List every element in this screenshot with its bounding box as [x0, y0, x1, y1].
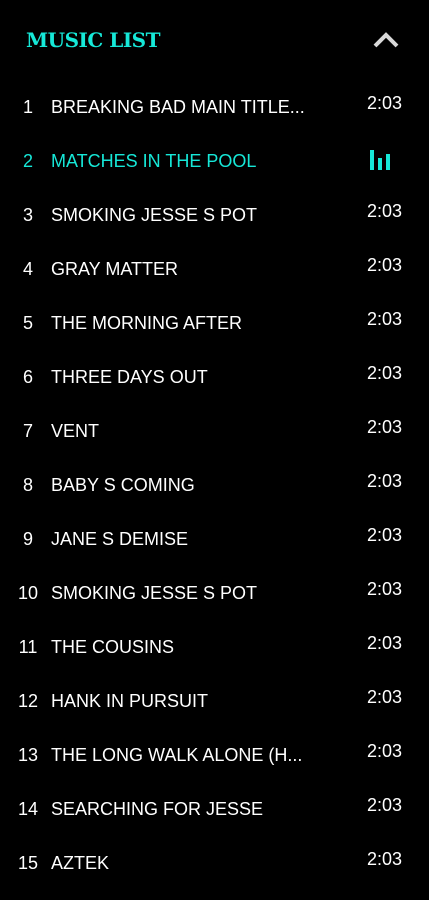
- track-duration: 2:03: [366, 417, 402, 437]
- track-row[interactable]: 14 SEARCHING FOR JESSE 2:03: [0, 782, 429, 836]
- track-duration: 2:03: [366, 309, 402, 329]
- track-row[interactable]: 8 BABY S COMING 2:03: [0, 458, 429, 512]
- track-duration: 2:03: [366, 471, 402, 491]
- music-list-header: MUSIC LIST: [0, 0, 429, 80]
- track-duration: 2:03: [366, 93, 402, 113]
- track-title: MATCHES IN THE POOL: [51, 151, 257, 171]
- track-row[interactable]: 3 SMOKING JESSE S POT 2:03: [0, 188, 429, 242]
- track-duration: 2:03: [366, 579, 402, 599]
- track-title: AZTEK: [51, 853, 110, 873]
- track-title: SMOKING JESSE S POT: [51, 205, 258, 225]
- track-number: 8: [22, 475, 33, 495]
- track-title: THE COUSINS: [51, 637, 175, 657]
- track-row-now-playing[interactable]: 2 MATCHES IN THE POOL: [0, 134, 429, 188]
- track-number: 6: [22, 367, 33, 387]
- track-duration: 2:03: [366, 795, 402, 815]
- track-number: 11: [18, 637, 38, 657]
- page-title: MUSIC LIST: [26, 28, 161, 52]
- track-number: 3: [22, 205, 33, 225]
- track-number: 13: [18, 745, 39, 765]
- track-title: SMOKING JESSE S POT: [51, 583, 258, 603]
- track-title: THE MORNING AFTER: [51, 313, 243, 333]
- track-title: BREAKING BAD MAIN TITLE...: [51, 97, 305, 117]
- track-number: 12: [18, 691, 39, 711]
- track-row[interactable]: 13 THE LONG WALK ALONE (H... 2:03: [0, 728, 429, 782]
- track-number: 10: [18, 583, 39, 603]
- track-number: 4: [22, 259, 33, 279]
- track-title: THE LONG WALK ALONE (H...: [51, 745, 303, 765]
- track-duration: 2:03: [366, 633, 402, 653]
- track-title: GRAY MATTER: [51, 259, 179, 279]
- track-title: BABY S COMING: [51, 475, 195, 495]
- track-duration: 2:03: [366, 849, 402, 869]
- track-row[interactable]: 7 VENT 2:03: [0, 404, 429, 458]
- equalizer-icon: [370, 150, 392, 170]
- track-number: 1: [22, 97, 33, 117]
- track-row[interactable]: 6 THREE DAYS OUT 2:03: [0, 350, 429, 404]
- track-title: JANE S DEMISE: [51, 529, 189, 549]
- track-number: 7: [22, 421, 33, 441]
- track-row[interactable]: 11 THE COUSINS 2:03: [0, 620, 429, 674]
- track-duration: 2:03: [366, 363, 402, 383]
- track-title: VENT: [51, 421, 100, 441]
- track-title: HANK IN PURSUIT: [51, 691, 209, 711]
- track-row[interactable]: 4 GRAY MATTER 2:03: [0, 242, 429, 296]
- track-number: 15: [18, 853, 39, 873]
- track-duration: 2:03: [366, 201, 402, 221]
- track-duration: 2:03: [366, 741, 402, 761]
- collapse-button[interactable]: [370, 28, 402, 52]
- chevron-up-icon: [373, 32, 399, 48]
- track-row[interactable]: 1 BREAKING BAD MAIN TITLE... 2:03: [0, 80, 429, 134]
- track-duration: 2:03: [366, 687, 402, 707]
- track-row[interactable]: 5 THE MORNING AFTER 2:03: [0, 296, 429, 350]
- track-row[interactable]: 10 SMOKING JESSE S POT 2:03: [0, 566, 429, 620]
- track-number: 2: [22, 151, 33, 171]
- track-duration: 2:03: [366, 525, 402, 545]
- track-row[interactable]: 9 JANE S DEMISE 2:03: [0, 512, 429, 566]
- track-number: 5: [22, 313, 33, 333]
- track-title: THREE DAYS OUT: [51, 367, 208, 387]
- track-duration: 2:03: [366, 255, 402, 275]
- track-number: 14: [18, 799, 39, 819]
- track-row[interactable]: 12 HANK IN PURSUIT 2:03: [0, 674, 429, 728]
- track-number: 9: [22, 529, 33, 549]
- track-row[interactable]: 15 AZTEK 2:03: [0, 836, 429, 890]
- track-title: SEARCHING FOR JESSE: [51, 799, 264, 819]
